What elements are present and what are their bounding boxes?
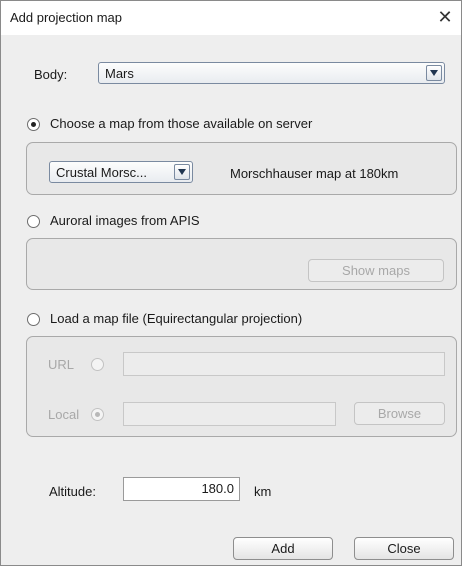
body-select-value: Mars [105,66,134,81]
server-map-select-value: Crustal Morsc... [56,165,148,180]
url-label: URL [48,357,75,372]
local-label: Local [48,407,80,422]
show-maps-button[interactable]: Show maps [308,259,444,282]
close-button[interactable]: Close [354,537,454,560]
add-button[interactable]: Add [233,537,333,560]
altitude-input[interactable]: 180.0 [123,477,240,501]
chevron-down-icon [174,164,190,180]
altitude-unit: km [254,484,272,499]
url-field[interactable] [123,352,445,376]
load-file-panel: URL Local Browse [26,336,457,437]
server-map-panel: Crustal Morsc... Morschhauser map at 180… [26,142,457,195]
add-projection-map-dialog: Add projection map ✕ Body: Mars Choose a… [0,0,462,566]
radio-apis[interactable] [27,215,40,228]
altitude-label: Altitude: [49,484,96,499]
radio-url[interactable] [91,358,104,371]
apis-option-label: Auroral images from APIS [50,213,200,228]
apis-panel: Show maps [26,238,457,290]
server-map-select[interactable]: Crustal Morsc... [49,161,193,183]
local-file-field[interactable] [123,402,336,426]
radio-local[interactable] [91,408,104,421]
radio-selected-dot [31,122,36,127]
map-description: Morschhauser map at 180km [230,166,399,181]
load-file-option-label: Load a map file (Equirectangular project… [50,311,303,326]
chevron-down-icon [426,65,442,81]
server-map-option-label: Choose a map from those available on ser… [50,116,313,131]
close-icon[interactable]: ✕ [435,7,455,27]
radio-server-map[interactable] [27,118,40,131]
body-select[interactable]: Mars [98,62,445,84]
radio-selected-dot [95,412,100,417]
title-bar: Add projection map ✕ [1,1,461,35]
radio-load-file[interactable] [27,313,40,326]
body-label: Body: [34,67,68,82]
dialog-title: Add projection map [10,10,123,25]
browse-button[interactable]: Browse [354,402,445,425]
